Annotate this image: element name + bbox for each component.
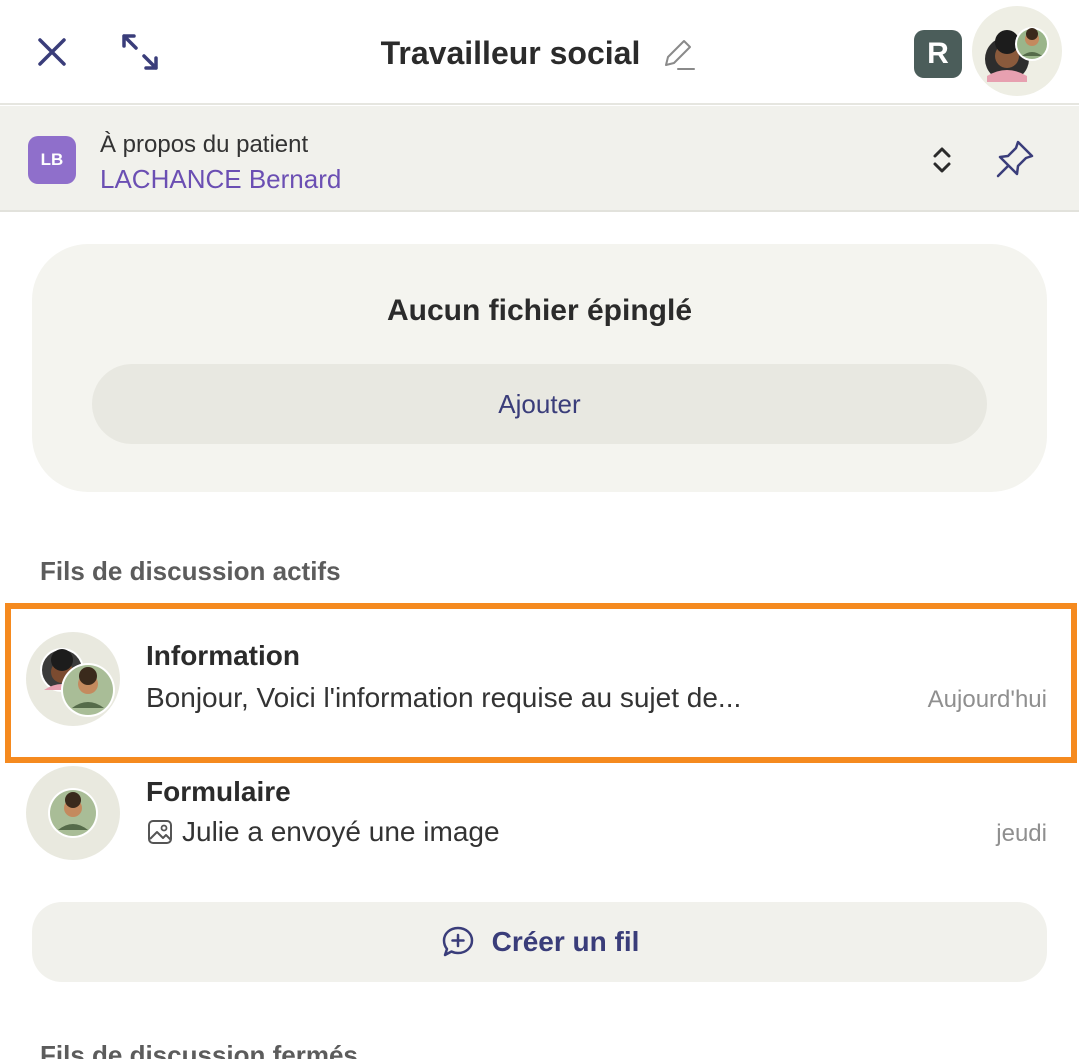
thread-date: jeudi	[996, 820, 1047, 847]
thread-preview-text: Julie a envoyé une image	[182, 816, 500, 847]
thread-preview: Julie a envoyé une image	[146, 816, 500, 848]
create-thread-label: Créer un fil	[491, 926, 640, 957]
image-icon	[148, 820, 172, 844]
closed-threads-heading: Fils de discussion fermés	[40, 1040, 358, 1059]
avatar	[985, 27, 1049, 82]
patient-label: À propos du patient	[100, 131, 309, 158]
patient-initials-badge: LB	[28, 136, 76, 184]
add-pinned-file-button[interactable]: Ajouter	[92, 364, 987, 444]
pin-icon[interactable]	[990, 134, 1040, 184]
header: Travailleur social R	[0, 0, 1079, 105]
chat-plus-icon	[442, 926, 473, 957]
chevron-up-down-icon[interactable]	[925, 140, 959, 180]
thread-item-formulaire[interactable]: Formulaire Julie a envoyé une image jeud…	[0, 762, 1079, 912]
pencil-icon[interactable]	[658, 33, 698, 73]
patient-bar[interactable]	[0, 106, 1079, 212]
thread-title: Formulaire	[146, 776, 291, 807]
page-title: Travailleur social	[380, 34, 641, 71]
participants-avatar-group[interactable]	[972, 6, 1062, 96]
active-threads-heading: Fils de discussion actifs	[40, 556, 341, 586]
patient-name[interactable]: LACHANCE Bernard	[100, 164, 341, 195]
thread-highlight-frame	[5, 603, 1077, 763]
create-thread-button[interactable]: Créer un fil	[32, 902, 1047, 982]
pinned-files-title: Aucun fichier épinglé	[386, 294, 693, 327]
avatar	[26, 766, 120, 860]
participant-badge[interactable]: R	[914, 30, 962, 78]
